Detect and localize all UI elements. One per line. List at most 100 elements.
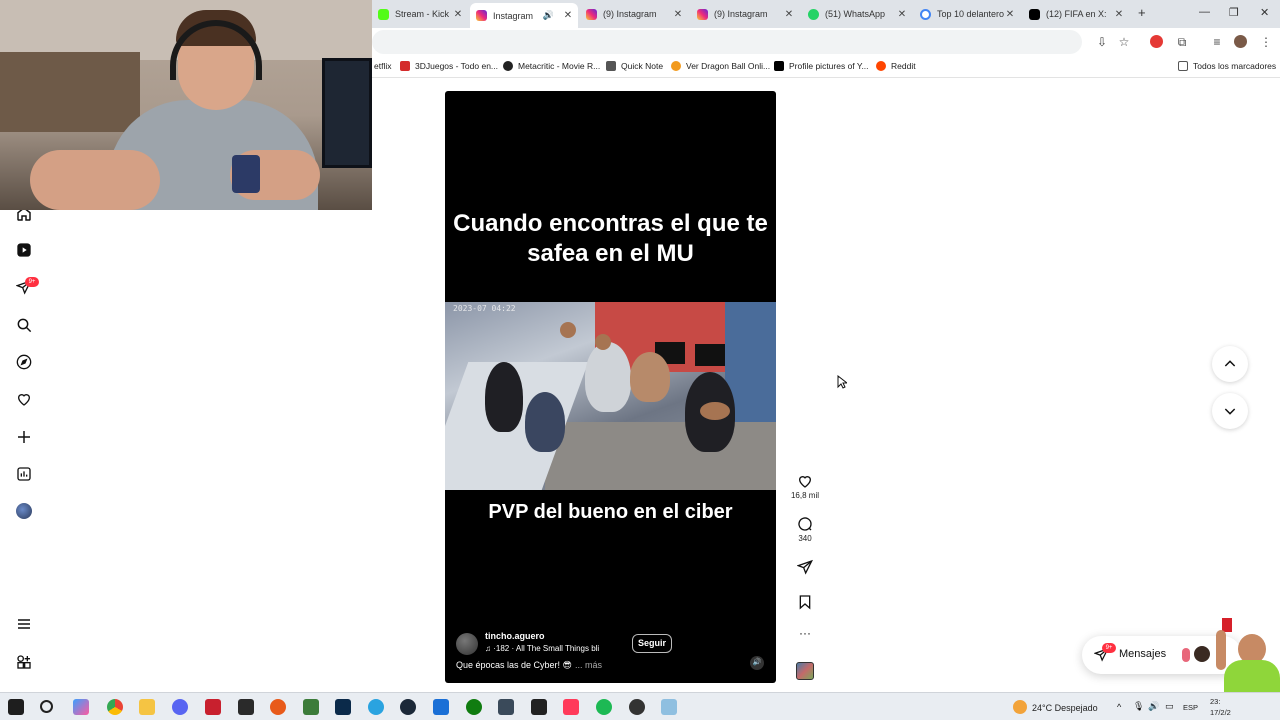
share-action[interactable] <box>790 559 820 575</box>
battlenet-icon[interactable] <box>433 699 449 715</box>
profile-avatar-icon[interactable] <box>16 503 32 519</box>
tab-google[interactable]: Top 10 delanteros ✕ <box>914 4 1020 24</box>
bookmark-3djuegos[interactable]: 3DJuegos - Todo en... <box>400 61 498 71</box>
install-app-icon[interactable]: ⇩ <box>1095 35 1109 49</box>
next-reel-button[interactable] <box>1212 393 1248 429</box>
x-favicon-icon <box>1029 8 1040 20</box>
reel-music-label[interactable]: ♫ ·182 · All The Small Things bli <box>485 644 599 653</box>
app-grey-icon[interactable] <box>498 699 514 715</box>
previous-reel-button[interactable] <box>1212 346 1248 382</box>
close-window-icon[interactable]: ✕ <box>1260 6 1269 19</box>
language-indicator[interactable]: ESP <box>1183 703 1198 712</box>
epic-games-icon[interactable] <box>238 699 254 715</box>
reels-icon[interactable] <box>16 242 32 258</box>
chrome-icon[interactable] <box>107 699 123 715</box>
adblock-extension-icon[interactable] <box>1150 35 1163 48</box>
address-bar[interactable] <box>372 30 1082 54</box>
create-plus-icon[interactable] <box>16 429 32 445</box>
search-icon[interactable] <box>40 700 53 713</box>
bookmark-label: Metacritic - Movie R... <box>518 61 601 71</box>
caption-more-link[interactable]: ... más <box>575 660 602 670</box>
bookmark-metacritic[interactable]: Metacritic - Movie R... <box>503 61 600 71</box>
tab-kick[interactable]: Stream - Kick Da ✕ <box>372 4 468 24</box>
search-icon[interactable] <box>16 317 32 333</box>
new-tab-button[interactable]: + <box>1138 5 1146 20</box>
tray-chevron-up-icon[interactable]: ^ <box>1117 702 1121 712</box>
contact-avatar <box>1194 646 1210 662</box>
tab-whatsapp[interactable]: (51) WhatsApp ✕ <box>802 4 912 24</box>
bookmark-profile-pictures[interactable]: Profile pictures of Y... <box>774 61 869 71</box>
notepad-icon[interactable] <box>661 699 677 715</box>
battery-icon[interactable]: ▭ <box>1165 701 1174 712</box>
extensions-icon[interactable]: ⧉ <box>1175 35 1189 49</box>
audio-thumbnail[interactable] <box>796 662 814 680</box>
close-tab-icon[interactable]: ✕ <box>896 9 908 20</box>
close-tab-icon[interactable]: ✕ <box>452 9 464 20</box>
all-bookmarks-folder[interactable]: Todos los marcadores <box>1178 61 1276 71</box>
cctv-monitor <box>695 344 725 366</box>
profile-avatar[interactable] <box>1234 35 1247 48</box>
volume-icon[interactable]: 🔊 <box>1148 701 1159 712</box>
save-action[interactable] <box>790 594 820 610</box>
clock[interactable]: 23: 17/2/2 <box>1210 696 1231 718</box>
photoshop-icon[interactable] <box>335 699 351 715</box>
cctv-head <box>560 322 576 338</box>
close-tab-icon[interactable]: ✕ <box>562 10 574 21</box>
more-options-icon[interactable]: ··· <box>790 626 820 640</box>
tab-instagram-2[interactable]: (9) Instagram ✕ <box>580 4 688 24</box>
mute-toggle-icon[interactable]: 🔊 <box>750 656 764 670</box>
copilot-icon[interactable] <box>73 699 89 715</box>
comment-count: 340 <box>798 534 812 543</box>
bookmark-reddit[interactable]: Reddit <box>876 61 916 71</box>
media-control-icon[interactable]: ≡ <box>1210 35 1224 49</box>
weather-text[interactable]: 24°C Despejado <box>1032 703 1098 713</box>
tab-instagram-3[interactable]: (9) Instagram ✕ <box>691 4 799 24</box>
speaker-icon[interactable]: 🔊 <box>543 10 554 21</box>
cctv-person <box>585 342 631 412</box>
app-dark-icon[interactable] <box>531 699 547 715</box>
app-orange-icon[interactable] <box>270 699 286 715</box>
more-menu-icon[interactable] <box>16 616 32 632</box>
tab-title: Stream - Kick Da <box>395 9 452 19</box>
reel-video[interactable]: Cuando encontras el que te safea en el M… <box>445 91 776 683</box>
file-explorer-icon[interactable] <box>139 699 155 715</box>
xbox-icon[interactable] <box>466 699 482 715</box>
tiktok-icon[interactable] <box>563 699 579 715</box>
reel-username[interactable]: tincho.aguero <box>485 631 545 641</box>
windows-start-icon[interactable] <box>8 699 24 715</box>
close-tab-icon[interactable]: ✕ <box>1113 9 1125 20</box>
obs-icon[interactable] <box>629 699 645 715</box>
comment-action[interactable]: 340 <box>790 516 820 543</box>
explore-compass-icon[interactable] <box>16 354 32 370</box>
close-tab-icon[interactable]: ✕ <box>672 9 684 20</box>
heart-icon[interactable] <box>16 391 32 407</box>
comment-icon <box>798 517 812 531</box>
minimize-icon[interactable]: — <box>1199 6 1210 18</box>
restore-icon[interactable]: ❐ <box>1229 6 1239 19</box>
bookmark-netflix[interactable]: etflix <box>374 61 391 71</box>
close-tab-icon[interactable]: ✕ <box>783 9 795 20</box>
like-action[interactable]: 16,8 mil <box>790 473 820 500</box>
bookmark-label: 3DJuegos - Todo en... <box>415 61 499 71</box>
follow-button[interactable]: Seguir <box>632 634 673 653</box>
chevron-up-icon <box>1224 360 1236 367</box>
bookmark-star-icon[interactable]: ☆ <box>1117 35 1131 49</box>
app-red-icon[interactable] <box>205 699 221 715</box>
also-from-meta-icon[interactable] <box>16 654 32 670</box>
tab-title: (12) FIFA en X: <box>1046 9 1107 19</box>
browser-menu-icon[interactable]: ⋮ <box>1259 35 1273 49</box>
discord-icon[interactable] <box>172 699 188 715</box>
tab-x-fifa[interactable]: (12) FIFA en X: ✕ <box>1023 4 1129 24</box>
dashboard-chart-icon[interactable] <box>16 466 32 482</box>
mouse-cursor-icon <box>837 375 847 389</box>
reel-author-avatar[interactable] <box>456 633 478 655</box>
microphone-icon[interactable]: 🎙 <box>1133 701 1144 712</box>
spotify-icon[interactable] <box>596 699 612 715</box>
steam-icon[interactable] <box>400 699 416 715</box>
close-tab-icon[interactable]: ✕ <box>1004 9 1016 20</box>
bookmark-dragon-ball[interactable]: Ver Dragon Ball Onli... <box>671 61 770 71</box>
app-green-icon[interactable] <box>303 699 319 715</box>
bookmark-quick-note[interactable]: Quick Note <box>606 61 663 71</box>
tab-instagram-active[interactable]: Instagram 🔊 ✕ <box>470 3 578 28</box>
telegram-icon[interactable] <box>368 699 384 715</box>
